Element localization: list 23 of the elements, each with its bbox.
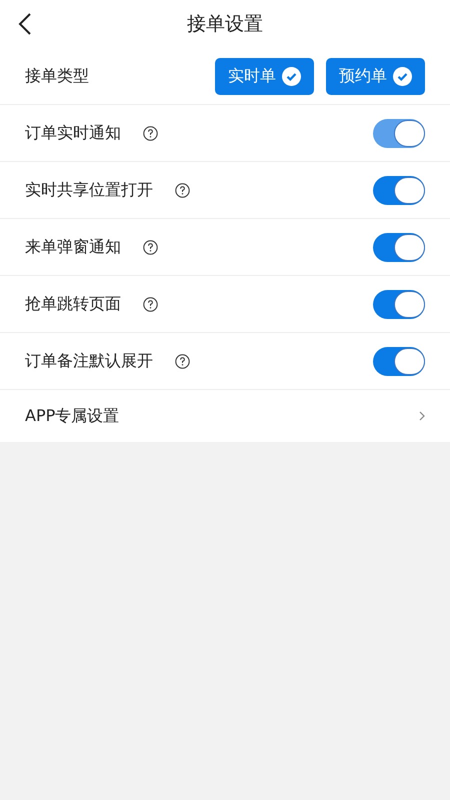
setting-label: 抢单跳转页面 <box>25 293 121 315</box>
toggle-switch[interactable] <box>373 290 425 318</box>
toggle-switch[interactable] <box>373 346 425 376</box>
setting-label: 订单备注默认展开 <box>25 350 153 372</box>
help-icon[interactable] <box>175 182 190 198</box>
toggle-switch[interactable] <box>373 232 425 262</box>
chevron-right-icon <box>419 411 425 421</box>
setting-label: 实时共享位置打开 <box>25 179 153 201</box>
order-type-button[interactable]: 实时单 <box>215 58 314 94</box>
help-icon[interactable] <box>143 240 158 254</box>
order-type-button[interactable]: 预约单 <box>326 58 425 94</box>
check-icon <box>393 66 412 86</box>
help-icon[interactable] <box>143 296 158 312</box>
check-icon <box>282 66 301 86</box>
toggle-switch[interactable] <box>373 176 425 204</box>
page-title: 接单设置 <box>187 12 263 37</box>
order-type-label: 接单类型 <box>25 65 90 87</box>
setting-label: 来单弹窗通知 <box>25 236 121 258</box>
help-icon[interactable] <box>143 126 158 140</box>
back-icon[interactable] <box>18 13 32 35</box>
setting-label: 订单实时通知 <box>25 122 121 144</box>
app-settings-row[interactable]: APP专属设置 <box>0 390 450 442</box>
help-icon[interactable] <box>175 354 190 368</box>
